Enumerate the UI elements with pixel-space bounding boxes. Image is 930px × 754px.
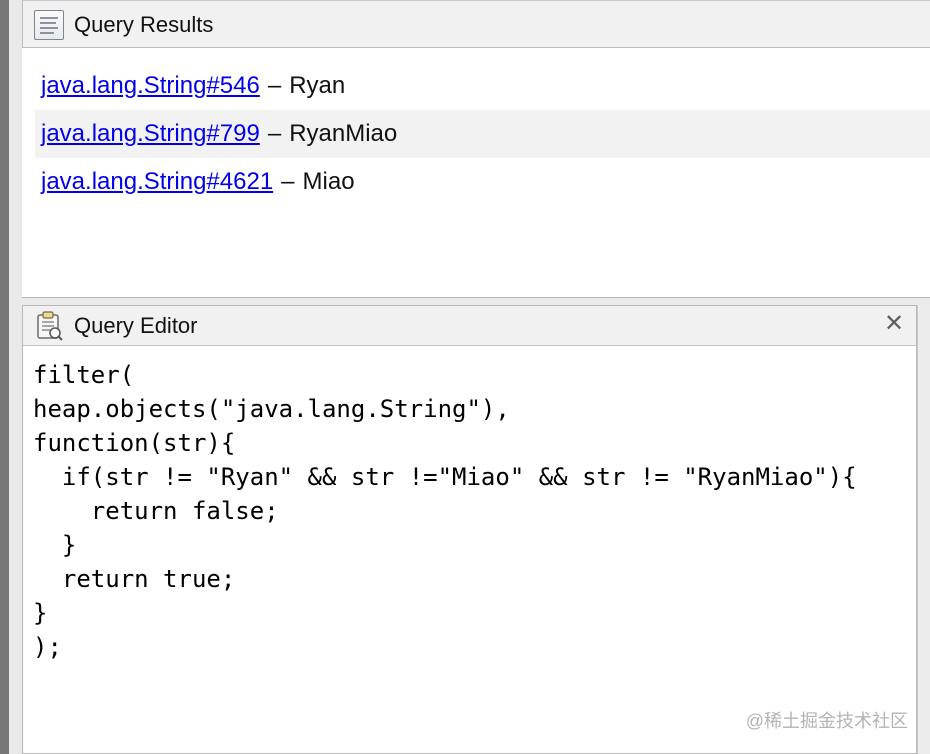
result-link[interactable]: java.lang.String#4621	[41, 168, 273, 196]
close-icon[interactable]: ✕	[882, 312, 906, 336]
right-panel-gutter	[917, 305, 930, 754]
query-editor-panel: Query Editor ✕ filter( heap.objects("jav…	[22, 305, 917, 754]
query-results-panel: Query Results java.lang.String#546 – Rya…	[22, 0, 930, 297]
results-list: java.lang.String#546 – Ryan java.lang.St…	[35, 62, 930, 206]
query-editor-icon	[34, 310, 64, 341]
result-row: java.lang.String#4621 – Miao	[35, 158, 930, 206]
query-editor-title: Query Editor	[74, 313, 198, 338]
result-value: RyanMiao	[289, 120, 398, 147]
result-row: java.lang.String#799 – RyanMiao	[35, 110, 930, 158]
query-results-title: Query Results	[74, 12, 214, 37]
left-window-edge	[0, 0, 9, 754]
results-table-icon	[34, 10, 64, 40]
result-value: Miao	[302, 168, 355, 195]
result-value: Ryan	[289, 72, 346, 99]
result-separator: –	[267, 120, 282, 147]
query-code-editor[interactable]: filter( heap.objects("java.lang.String")…	[33, 358, 905, 664]
result-link[interactable]: java.lang.String#799	[41, 120, 260, 148]
result-separator: –	[267, 72, 282, 99]
result-row: java.lang.String#546 – Ryan	[35, 62, 930, 110]
watermark: @稀土掘金技术社区	[745, 711, 908, 731]
query-editor-header: Query Editor ✕	[23, 306, 916, 346]
result-link[interactable]: java.lang.String#546	[41, 72, 260, 100]
screen: Query Results java.lang.String#546 – Rya…	[0, 0, 930, 754]
result-separator: –	[281, 168, 295, 195]
query-results-header: Query Results	[22, 0, 930, 48]
panel-splitter[interactable]	[22, 297, 930, 305]
